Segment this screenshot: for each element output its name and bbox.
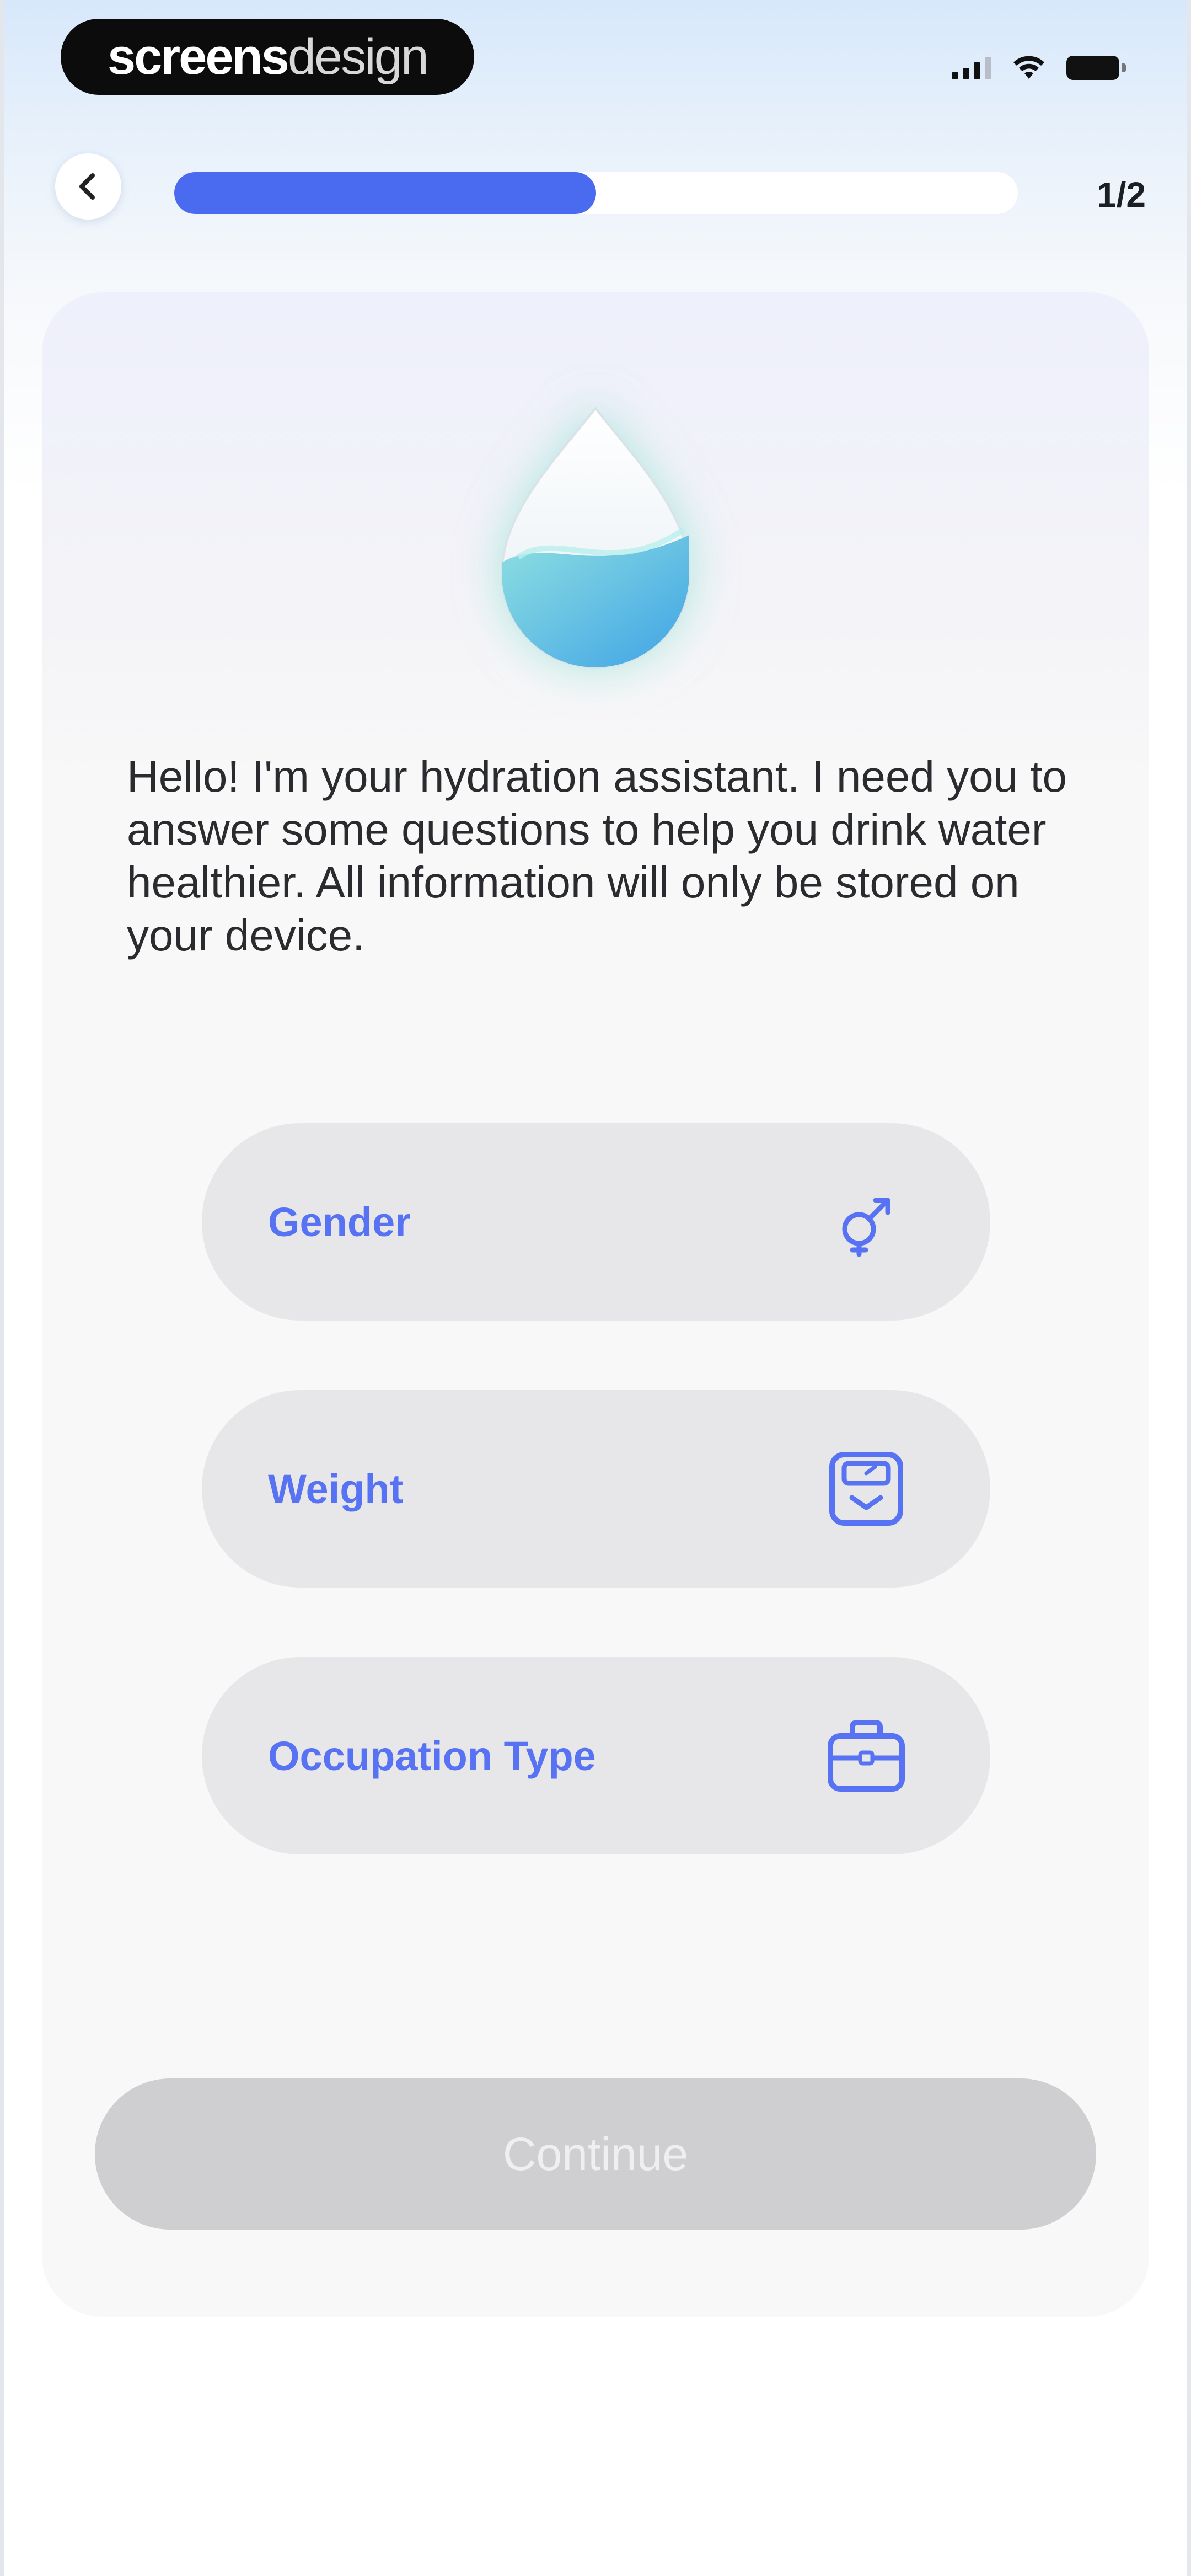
gender-field[interactable]: Gender bbox=[202, 1123, 990, 1321]
occupation-field[interactable]: Occupation Type bbox=[202, 1657, 990, 1854]
scale-icon bbox=[825, 1447, 908, 1530]
water-drop-icon bbox=[500, 406, 691, 669]
chevron-left-icon bbox=[79, 173, 95, 200]
progress-bar bbox=[174, 172, 1018, 214]
step-indicator: 1/2 bbox=[1097, 175, 1146, 215]
weight-field[interactable]: Weight bbox=[202, 1390, 990, 1588]
status-icons bbox=[952, 49, 1126, 87]
brand-text-light: design bbox=[287, 28, 429, 85]
screen: screens design 1/2 Hello! I'm your hydra… bbox=[0, 0, 1191, 2576]
battery-icon bbox=[1066, 56, 1126, 80]
assistant-message: Hello! I'm your hydration assistant. I n… bbox=[127, 752, 1067, 960]
cellular-signal-icon bbox=[952, 57, 991, 79]
briefcase-icon bbox=[825, 1714, 908, 1797]
gender-icon bbox=[825, 1180, 908, 1263]
occupation-label: Occupation Type bbox=[268, 1733, 596, 1779]
back-button[interactable] bbox=[55, 153, 121, 220]
progress-fill bbox=[174, 172, 596, 214]
wifi-icon bbox=[1013, 56, 1044, 79]
gender-label: Gender bbox=[268, 1199, 411, 1245]
brand-text-bold: screens bbox=[108, 28, 289, 85]
weight-label: Weight bbox=[268, 1466, 404, 1512]
continue-button[interactable]: Continue bbox=[95, 2078, 1096, 2230]
brand-badge: screens design bbox=[61, 19, 474, 95]
